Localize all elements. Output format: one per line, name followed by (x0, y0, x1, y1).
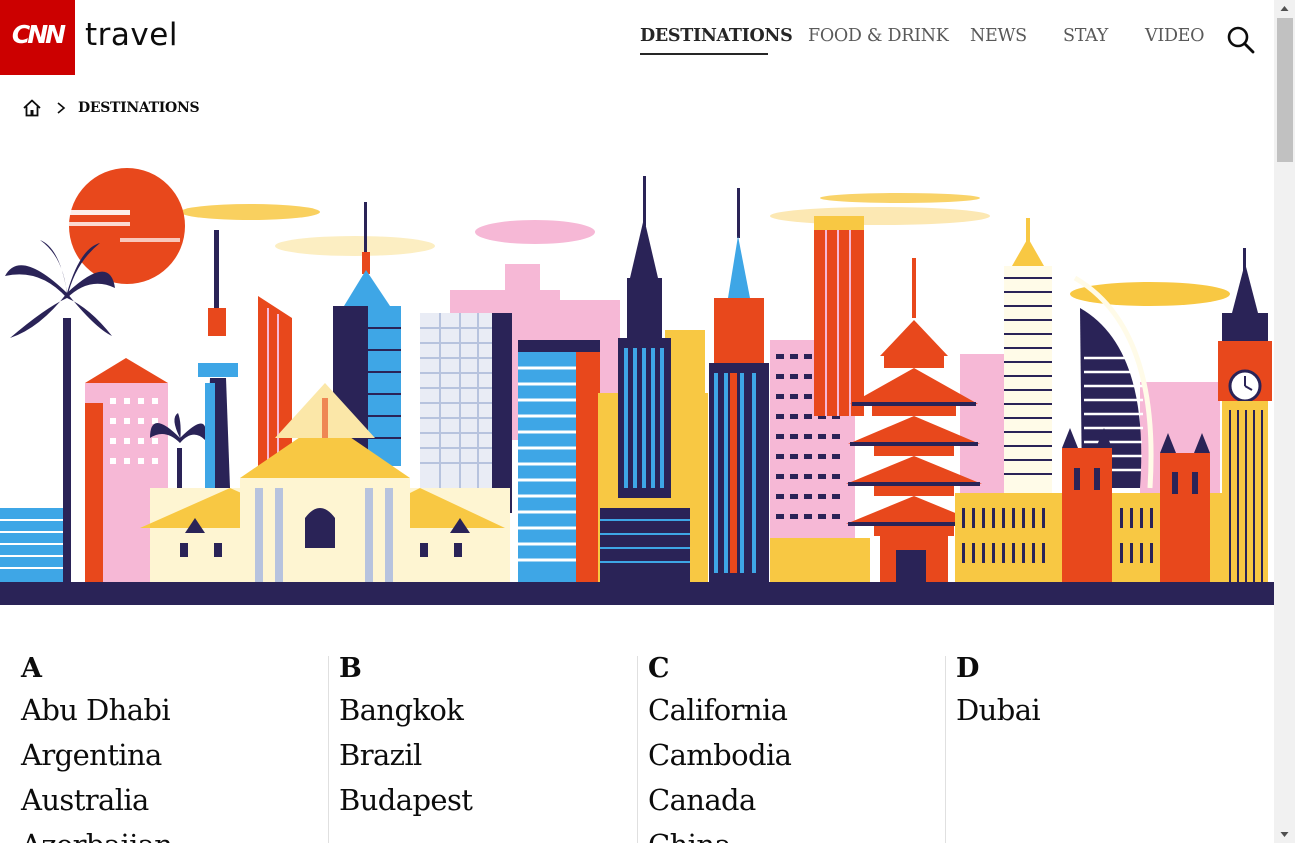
destination-list: California Cambodia Canada China (648, 688, 948, 843)
home-link[interactable] (22, 98, 42, 118)
directory-letter: B (339, 653, 362, 684)
destination-link[interactable]: California (648, 688, 948, 733)
column-divider (945, 656, 946, 843)
travel-brand[interactable]: travel (85, 17, 178, 53)
directory-letter: D (956, 653, 980, 684)
scrollbar-thumb[interactable] (1277, 18, 1293, 162)
search-button[interactable] (1226, 25, 1256, 55)
nav-destinations[interactable]: DESTINATIONS (640, 26, 793, 46)
destination-link[interactable]: Bangkok (339, 688, 639, 733)
nav-stay[interactable]: STAY (1063, 26, 1108, 46)
scroll-down-arrow-icon[interactable] (1274, 826, 1295, 843)
destination-link[interactable]: Dubai (956, 688, 1256, 733)
directory-column-c: C California Cambodia Canada China (648, 650, 948, 843)
directory-letter: A (21, 653, 42, 684)
column-divider (328, 656, 329, 843)
directory-column-a: A Abu Dhabi Argentina Australia Azerbaij… (21, 650, 321, 843)
breadcrumb-current: DESTINATIONS (78, 100, 200, 116)
destination-link[interactable]: Azerbaijan (21, 823, 321, 843)
directory-letter: C (648, 653, 670, 684)
city-skyline-illustration (0, 168, 1274, 605)
nav-video[interactable]: VIDEO (1145, 26, 1205, 46)
cnn-logo-text: CNN (11, 20, 66, 49)
destination-list: Bangkok Brazil Budapest (339, 688, 639, 823)
column-divider (637, 656, 638, 843)
destination-link[interactable]: Argentina (21, 733, 321, 778)
search-icon (1227, 26, 1255, 54)
site-header: CNN travel DESTINATIONS FOOD & DRINK NEW… (0, 0, 1274, 75)
vertical-scrollbar[interactable] (1274, 0, 1295, 843)
home-icon (23, 99, 41, 117)
destination-list: Abu Dhabi Argentina Australia Azerbaijan (21, 688, 321, 843)
nav-food-drink[interactable]: FOOD & DRINK (808, 26, 949, 46)
cnn-logo[interactable]: CNN (0, 0, 75, 75)
nav-active-underline (640, 53, 768, 55)
chevron-right-icon (57, 102, 66, 114)
destination-link[interactable]: Abu Dhabi (21, 688, 321, 733)
directory-column-d: D Dubai (956, 650, 1256, 733)
nav-news[interactable]: NEWS (970, 26, 1027, 46)
destination-link[interactable]: Brazil (339, 733, 639, 778)
destination-link[interactable]: Australia (21, 778, 321, 823)
scroll-up-arrow-icon[interactable] (1274, 0, 1295, 17)
hero-banner (0, 158, 1274, 605)
destination-link[interactable]: Budapest (339, 778, 639, 823)
destination-list: Dubai (956, 688, 1256, 733)
destination-link[interactable]: Cambodia (648, 733, 948, 778)
directory-column-b: B Bangkok Brazil Budapest (339, 650, 639, 823)
destination-link[interactable]: China (648, 823, 948, 843)
destination-link[interactable]: Canada (648, 778, 948, 823)
